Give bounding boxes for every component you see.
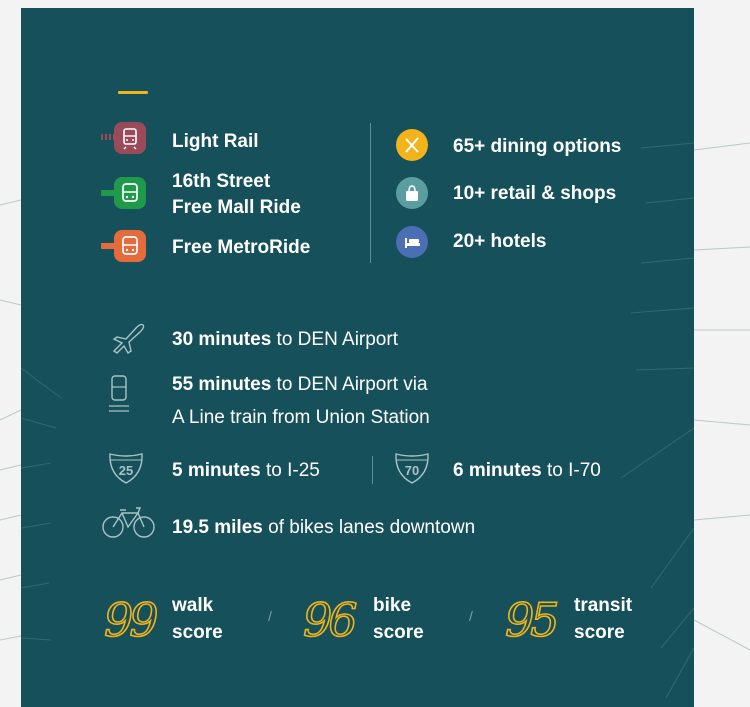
- bike-lanes-desc: of bikes lanes downtown: [262, 517, 476, 538]
- i25-shield-number: 25: [119, 463, 133, 478]
- transit-score-label-line1: transit: [574, 595, 633, 616]
- airport-drive-desc: to DEN Airport: [271, 329, 398, 350]
- walk-score-label-line1: walk: [172, 595, 214, 616]
- i70-shield-number: 70: [405, 463, 419, 478]
- bike-score-value: 96: [302, 593, 358, 647]
- transit-mall-ride-label-line2: Free Mall Ride: [172, 197, 301, 218]
- transit-mall-ride-label-line1: 16th Street: [172, 171, 271, 192]
- walk-score-label-line2: score: [172, 622, 223, 643]
- airport-drive-row: 30 minutes to DEN Airport: [172, 328, 398, 351]
- i25-time: 5 minutes: [172, 460, 261, 481]
- amenity-hotels-label: 20+ hotels: [453, 231, 547, 252]
- fork-knife-icon: [396, 129, 428, 161]
- airport-train-desc-line2: A Line train from Union Station: [172, 407, 430, 428]
- accent-bar: [118, 91, 148, 94]
- i70-desc: to I-70: [541, 460, 601, 481]
- train-icon: [109, 375, 129, 412]
- bike-lanes-distance: 19.5 miles: [172, 517, 263, 538]
- i70-time: 6 minutes: [453, 460, 542, 481]
- walk-score-value: 99: [103, 593, 159, 647]
- airport-train-time: 55 minutes: [172, 374, 272, 395]
- light-rail-tag: [101, 134, 115, 140]
- transit-score-value: 95: [504, 593, 560, 647]
- score-separator: /: [469, 608, 473, 624]
- amenity-dining-label: 65+ dining options: [453, 136, 622, 157]
- transit-score-label-line2: score: [574, 622, 625, 643]
- bicycle-icon: [102, 507, 155, 538]
- bed-icon: [396, 226, 428, 258]
- airport-train-row: 55 minutes to DEN Airport via: [172, 373, 428, 396]
- column-divider: [370, 123, 371, 263]
- interstate-divider: [372, 456, 373, 484]
- bike-lanes-row: 19.5 miles of bikes lanes downtown: [172, 516, 475, 539]
- transit-metroride-label: Free MetroRide: [172, 237, 311, 258]
- transit-light-rail-label: Light Rail: [172, 131, 259, 152]
- bike-score-label-line2: score: [373, 622, 424, 643]
- i70-row: 6 minutes to I-70: [453, 459, 601, 482]
- airplane-icon: [112, 323, 145, 354]
- score-separator: /: [268, 608, 272, 624]
- shopping-bag-icon: [396, 177, 428, 209]
- i25-desc: to I-25: [260, 460, 320, 481]
- bike-score-label-line1: bike: [373, 595, 412, 616]
- amenity-retail-label: 10+ retail & shops: [453, 183, 617, 204]
- airport-drive-time: 30 minutes: [172, 329, 272, 350]
- light-rail-icon: [114, 122, 146, 154]
- airport-train-desc: to DEN Airport via: [271, 374, 428, 395]
- interstate-shield-icon: 70: [395, 453, 429, 484]
- bus-icon: [114, 230, 146, 262]
- bus-icon: [114, 177, 146, 209]
- i25-row: 5 minutes to I-25: [172, 459, 320, 482]
- interstate-shield-icon: 25: [109, 453, 143, 484]
